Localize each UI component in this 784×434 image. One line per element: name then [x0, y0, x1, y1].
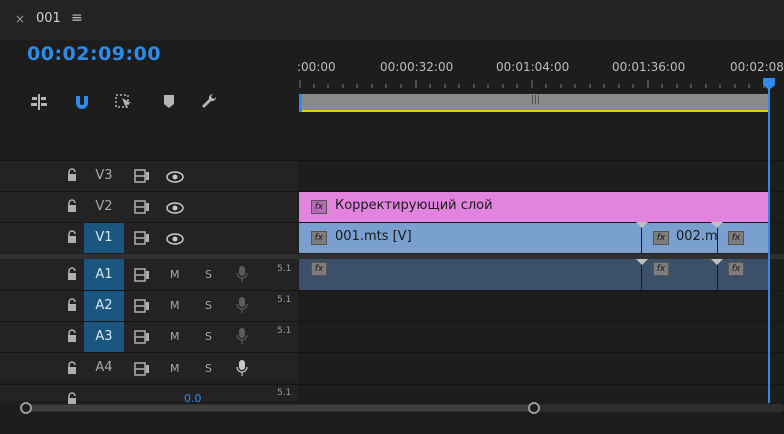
- panel-menu-button[interactable]: ≡: [71, 10, 83, 26]
- edit-point-marker: [636, 222, 648, 228]
- voice-over-mic-icon[interactable]: [236, 296, 248, 314]
- audio-clip-003[interactable]: fx: [718, 259, 768, 290]
- solo-button[interactable]: S: [205, 268, 212, 281]
- video-clip-003[interactable]: fx: [718, 223, 768, 253]
- video-clip-002[interactable]: fx 002.m: [642, 223, 718, 253]
- snap-magnet-icon[interactable]: [72, 92, 92, 112]
- sync-lock-film-icon[interactable]: [134, 231, 150, 245]
- work-area-bar[interactable]: |||: [299, 94, 769, 110]
- audio-clip-002[interactable]: fx: [642, 259, 717, 290]
- close-tab-button[interactable]: ×: [15, 12, 25, 26]
- fx-badge: fx: [311, 262, 327, 276]
- mute-button[interactable]: M: [170, 362, 180, 375]
- sync-lock-film-icon[interactable]: [134, 268, 150, 282]
- voice-over-mic-icon[interactable]: [236, 359, 248, 377]
- track-header-master: [0, 385, 298, 401]
- channel-format: 5.1: [277, 264, 292, 274]
- ruler-label: 00:00:32:00: [380, 60, 454, 74]
- track-target-a2[interactable]: A2: [84, 291, 124, 321]
- horizontal-zoom-scrollbar[interactable]: [20, 401, 784, 415]
- track-target-v3[interactable]: V3: [84, 161, 124, 191]
- eye-icon[interactable]: [166, 171, 184, 183]
- ruler-ticks[interactable]: [299, 80, 774, 88]
- sequence-tab[interactable]: 001: [36, 11, 61, 26]
- fx-badge: fx: [728, 262, 744, 276]
- master-channel-format: 5.1: [277, 388, 292, 398]
- ruler-label: 00:01:04:00: [496, 60, 570, 74]
- track-target-v1[interactable]: V1: [84, 223, 124, 253]
- lock-icon[interactable]: [66, 168, 78, 182]
- add-marker-icon[interactable]: [159, 92, 179, 112]
- ruler-label: :00:00: [297, 60, 336, 74]
- lock-icon[interactable]: [66, 329, 78, 343]
- track-target-v2[interactable]: V2: [84, 192, 124, 222]
- track-target-a4[interactable]: A4: [84, 353, 124, 383]
- sync-lock-film-icon[interactable]: [134, 200, 150, 214]
- fx-badge: fx: [728, 231, 744, 245]
- video-clip-001[interactable]: fx 001.mts [V]: [299, 223, 641, 253]
- clip-label: Корректирующий слой: [335, 198, 493, 213]
- mute-button[interactable]: M: [170, 330, 180, 343]
- lock-icon[interactable]: [66, 230, 78, 244]
- lock-icon[interactable]: [66, 361, 78, 375]
- fx-badge: fx: [653, 231, 669, 245]
- linked-selection-icon[interactable]: [114, 92, 134, 112]
- edit-point-marker: [711, 222, 723, 228]
- track-target-a1[interactable]: A1: [84, 259, 124, 290]
- voice-over-mic-icon[interactable]: [236, 327, 248, 345]
- playhead-line[interactable]: [768, 78, 770, 403]
- solo-button[interactable]: S: [205, 299, 212, 312]
- sync-lock-film-icon[interactable]: [134, 330, 150, 344]
- ruler-label: 00:02:08: [730, 60, 784, 74]
- mute-button[interactable]: M: [170, 299, 180, 312]
- fx-badge: fx: [653, 262, 669, 276]
- adjustment-layer-clip[interactable]: fx Корректирующий слой: [299, 192, 768, 222]
- solo-button[interactable]: S: [205, 330, 212, 343]
- track-target-a3[interactable]: A3: [84, 322, 124, 352]
- channel-format: 5.1: [277, 326, 292, 336]
- insert-and-overwrite-sequences-icon[interactable]: [29, 92, 49, 112]
- sequence-panel: × 001 ≡ 00:02:09:00 :00:00 00:00:32:00 0…: [0, 0, 784, 434]
- solo-button[interactable]: S: [205, 362, 212, 375]
- sync-lock-film-icon[interactable]: [134, 169, 150, 183]
- sync-lock-film-icon[interactable]: [134, 299, 150, 313]
- clip-label: 002.m: [676, 229, 718, 244]
- timeline-settings-wrench-icon[interactable]: [199, 92, 219, 112]
- in-point-handle[interactable]: [299, 94, 302, 112]
- voice-over-mic-icon[interactable]: [236, 265, 248, 283]
- mute-button[interactable]: M: [170, 268, 180, 281]
- fx-badge: fx: [311, 231, 327, 245]
- edit-point-marker: [636, 259, 648, 265]
- lock-icon[interactable]: [66, 298, 78, 312]
- edit-point-marker: [711, 259, 723, 265]
- clip-label: 001.mts [V]: [335, 229, 412, 244]
- panel-tab-bar: × 001 ≡: [0, 0, 784, 40]
- work-area-indicator: [299, 110, 769, 112]
- audio-clip-001[interactable]: fx: [299, 259, 641, 290]
- ruler-label: 00:01:36:00: [612, 60, 686, 74]
- playhead-handle[interactable]: [763, 78, 775, 90]
- playhead-timecode[interactable]: 00:02:09:00: [27, 43, 161, 65]
- sync-lock-film-icon[interactable]: [134, 362, 150, 376]
- lock-icon[interactable]: [66, 267, 78, 281]
- eye-icon[interactable]: [166, 202, 184, 214]
- fx-badge: fx: [311, 200, 327, 214]
- channel-format: 5.1: [277, 295, 292, 305]
- eye-icon[interactable]: [166, 233, 184, 245]
- lock-icon[interactable]: [66, 199, 78, 213]
